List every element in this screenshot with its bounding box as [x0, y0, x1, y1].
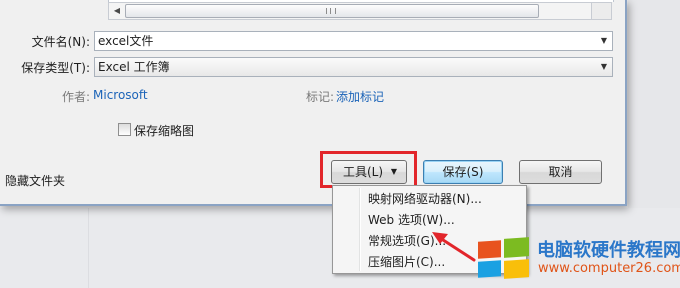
menu-item-map-network-drive[interactable]: 映射网络驱动器(N)...: [335, 188, 524, 210]
cancel-button[interactable]: 取消: [519, 160, 602, 184]
scrollbar-thumb[interactable]: [125, 4, 539, 18]
save-thumbnail-label: 保存缩略图: [134, 124, 195, 138]
tags-value[interactable]: 添加标记: [336, 88, 384, 105]
watermark-title: 电脑软硬件教程网: [537, 240, 680, 261]
menu-item-web-options[interactable]: Web 选项(W)...: [335, 209, 524, 231]
scroll-left-icon[interactable]: ◀: [109, 3, 125, 19]
cancel-button-label: 取消: [548, 165, 573, 179]
hide-folders-toggle[interactable]: 隐藏文件夹: [5, 172, 65, 189]
filename-label: 文件名(N):: [31, 35, 90, 49]
background-divider: [88, 208, 89, 288]
author-label: 作者:: [62, 90, 91, 104]
save-as-dialog: ◀ ▶ 文件名(N): excel文件 ▼ 保存类型(T): Excel 工作簿…: [0, 0, 627, 206]
filename-value: excel文件: [98, 34, 154, 48]
author-value[interactable]: Microsoft: [93, 88, 148, 102]
filename-input[interactable]: excel文件 ▼: [94, 31, 613, 51]
savetype-value: Excel 工作簿: [98, 60, 170, 74]
tags-label: 标记:: [306, 90, 335, 104]
savetype-select[interactable]: Excel 工作簿 ▼: [94, 57, 613, 77]
savetype-label: 保存类型(T):: [21, 61, 90, 75]
tools-highlight-box: [320, 151, 417, 188]
menu-item-label: 映射网络驱动器(N)...: [368, 192, 482, 206]
red-pointer-arrow-icon: [432, 232, 476, 262]
chevron-down-icon[interactable]: ▼: [596, 32, 612, 50]
save-button-label: 保存(S): [442, 165, 484, 179]
windows-logo-icon: [478, 237, 530, 279]
file-list-horizontal-scrollbar[interactable]: ◀ ▶: [108, 2, 612, 20]
save-button[interactable]: 保存(S): [423, 160, 503, 184]
menu-item-label: Web 选项(W)...: [368, 213, 455, 227]
scrollbar-corner: [591, 2, 612, 20]
watermark-url: www.computer26.com: [538, 261, 680, 276]
chevron-down-icon[interactable]: ▼: [596, 58, 612, 76]
save-thumbnail-checkbox[interactable]: [118, 123, 131, 136]
scrollbar-grip-icon: [326, 8, 336, 14]
